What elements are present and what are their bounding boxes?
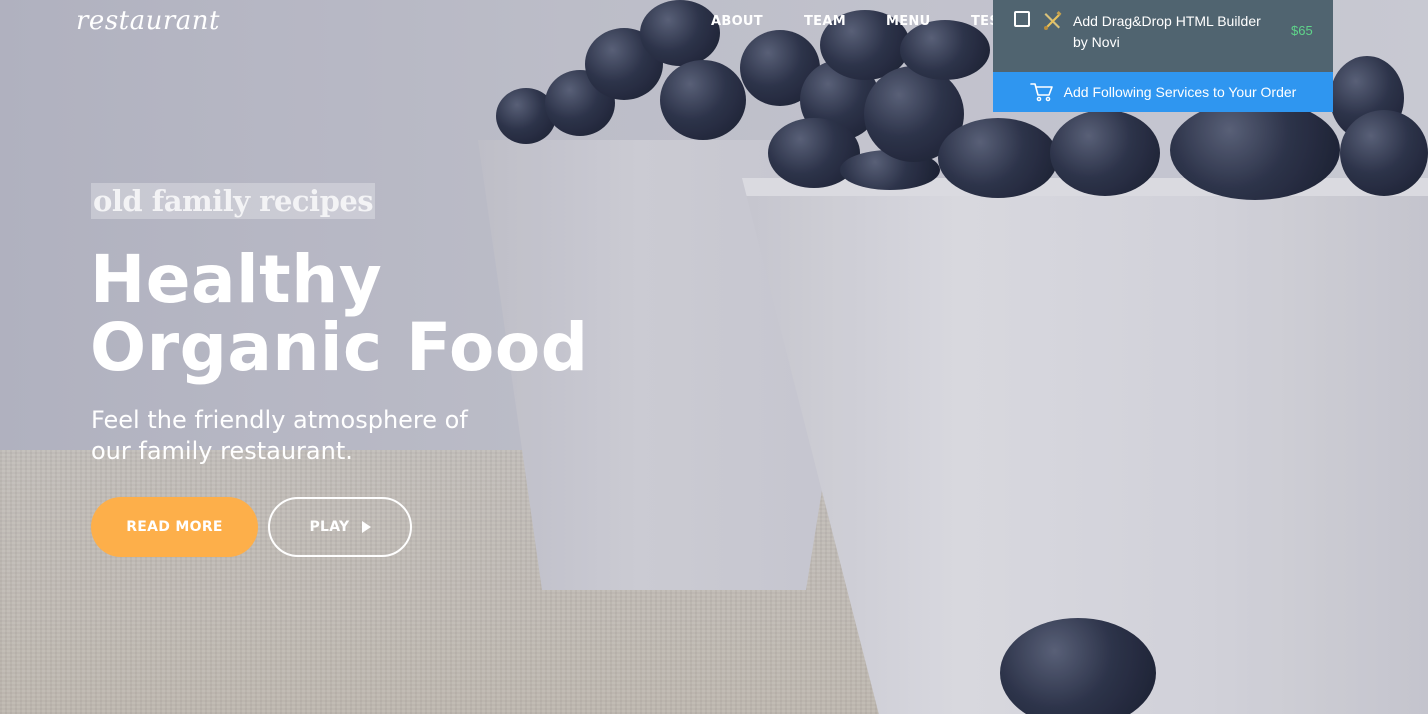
subtitle-line-2: our family restaurant. (91, 437, 353, 465)
play-icon (361, 521, 371, 533)
tools-icon (1044, 11, 1062, 30)
order-services-popup: Add Drag&Drop HTML Builder by Novi $65 A… (993, 0, 1333, 112)
nav-item-team[interactable]: TEAM (804, 14, 846, 29)
subtitle-line-1: Feel the friendly atmosphere of (91, 406, 468, 434)
hero-tagline: old family recipes (91, 183, 376, 219)
hero-headline: Healthy Organic Food (90, 246, 589, 382)
service-price: $65 (1291, 23, 1313, 38)
service-checkbox[interactable] (1014, 11, 1030, 27)
brand-logo[interactable]: restaurant (76, 6, 220, 36)
play-button[interactable]: PLAY (268, 497, 412, 557)
hero-subtitle: Feel the friendly atmosphere of our fami… (91, 405, 551, 467)
cart-icon (1029, 83, 1053, 102)
headline-line-2: Organic Food (90, 309, 589, 386)
add-services-label: Add Following Services to Your Order (1063, 84, 1297, 100)
service-option-row[interactable]: Add Drag&Drop HTML Builder by Novi $65 (993, 0, 1333, 72)
read-more-button[interactable]: READ MORE (91, 497, 258, 557)
nav-item-menu[interactable]: MENU (886, 14, 930, 29)
service-label: Add Drag&Drop HTML Builder by Novi (1073, 13, 1261, 50)
play-label: PLAY (309, 519, 350, 535)
read-more-label: READ MORE (126, 519, 223, 535)
nav-item-about[interactable]: ABOUT (711, 14, 763, 29)
add-services-button[interactable]: Add Following Services to Your Order (993, 72, 1333, 112)
headline-line-1: Healthy (90, 241, 383, 318)
